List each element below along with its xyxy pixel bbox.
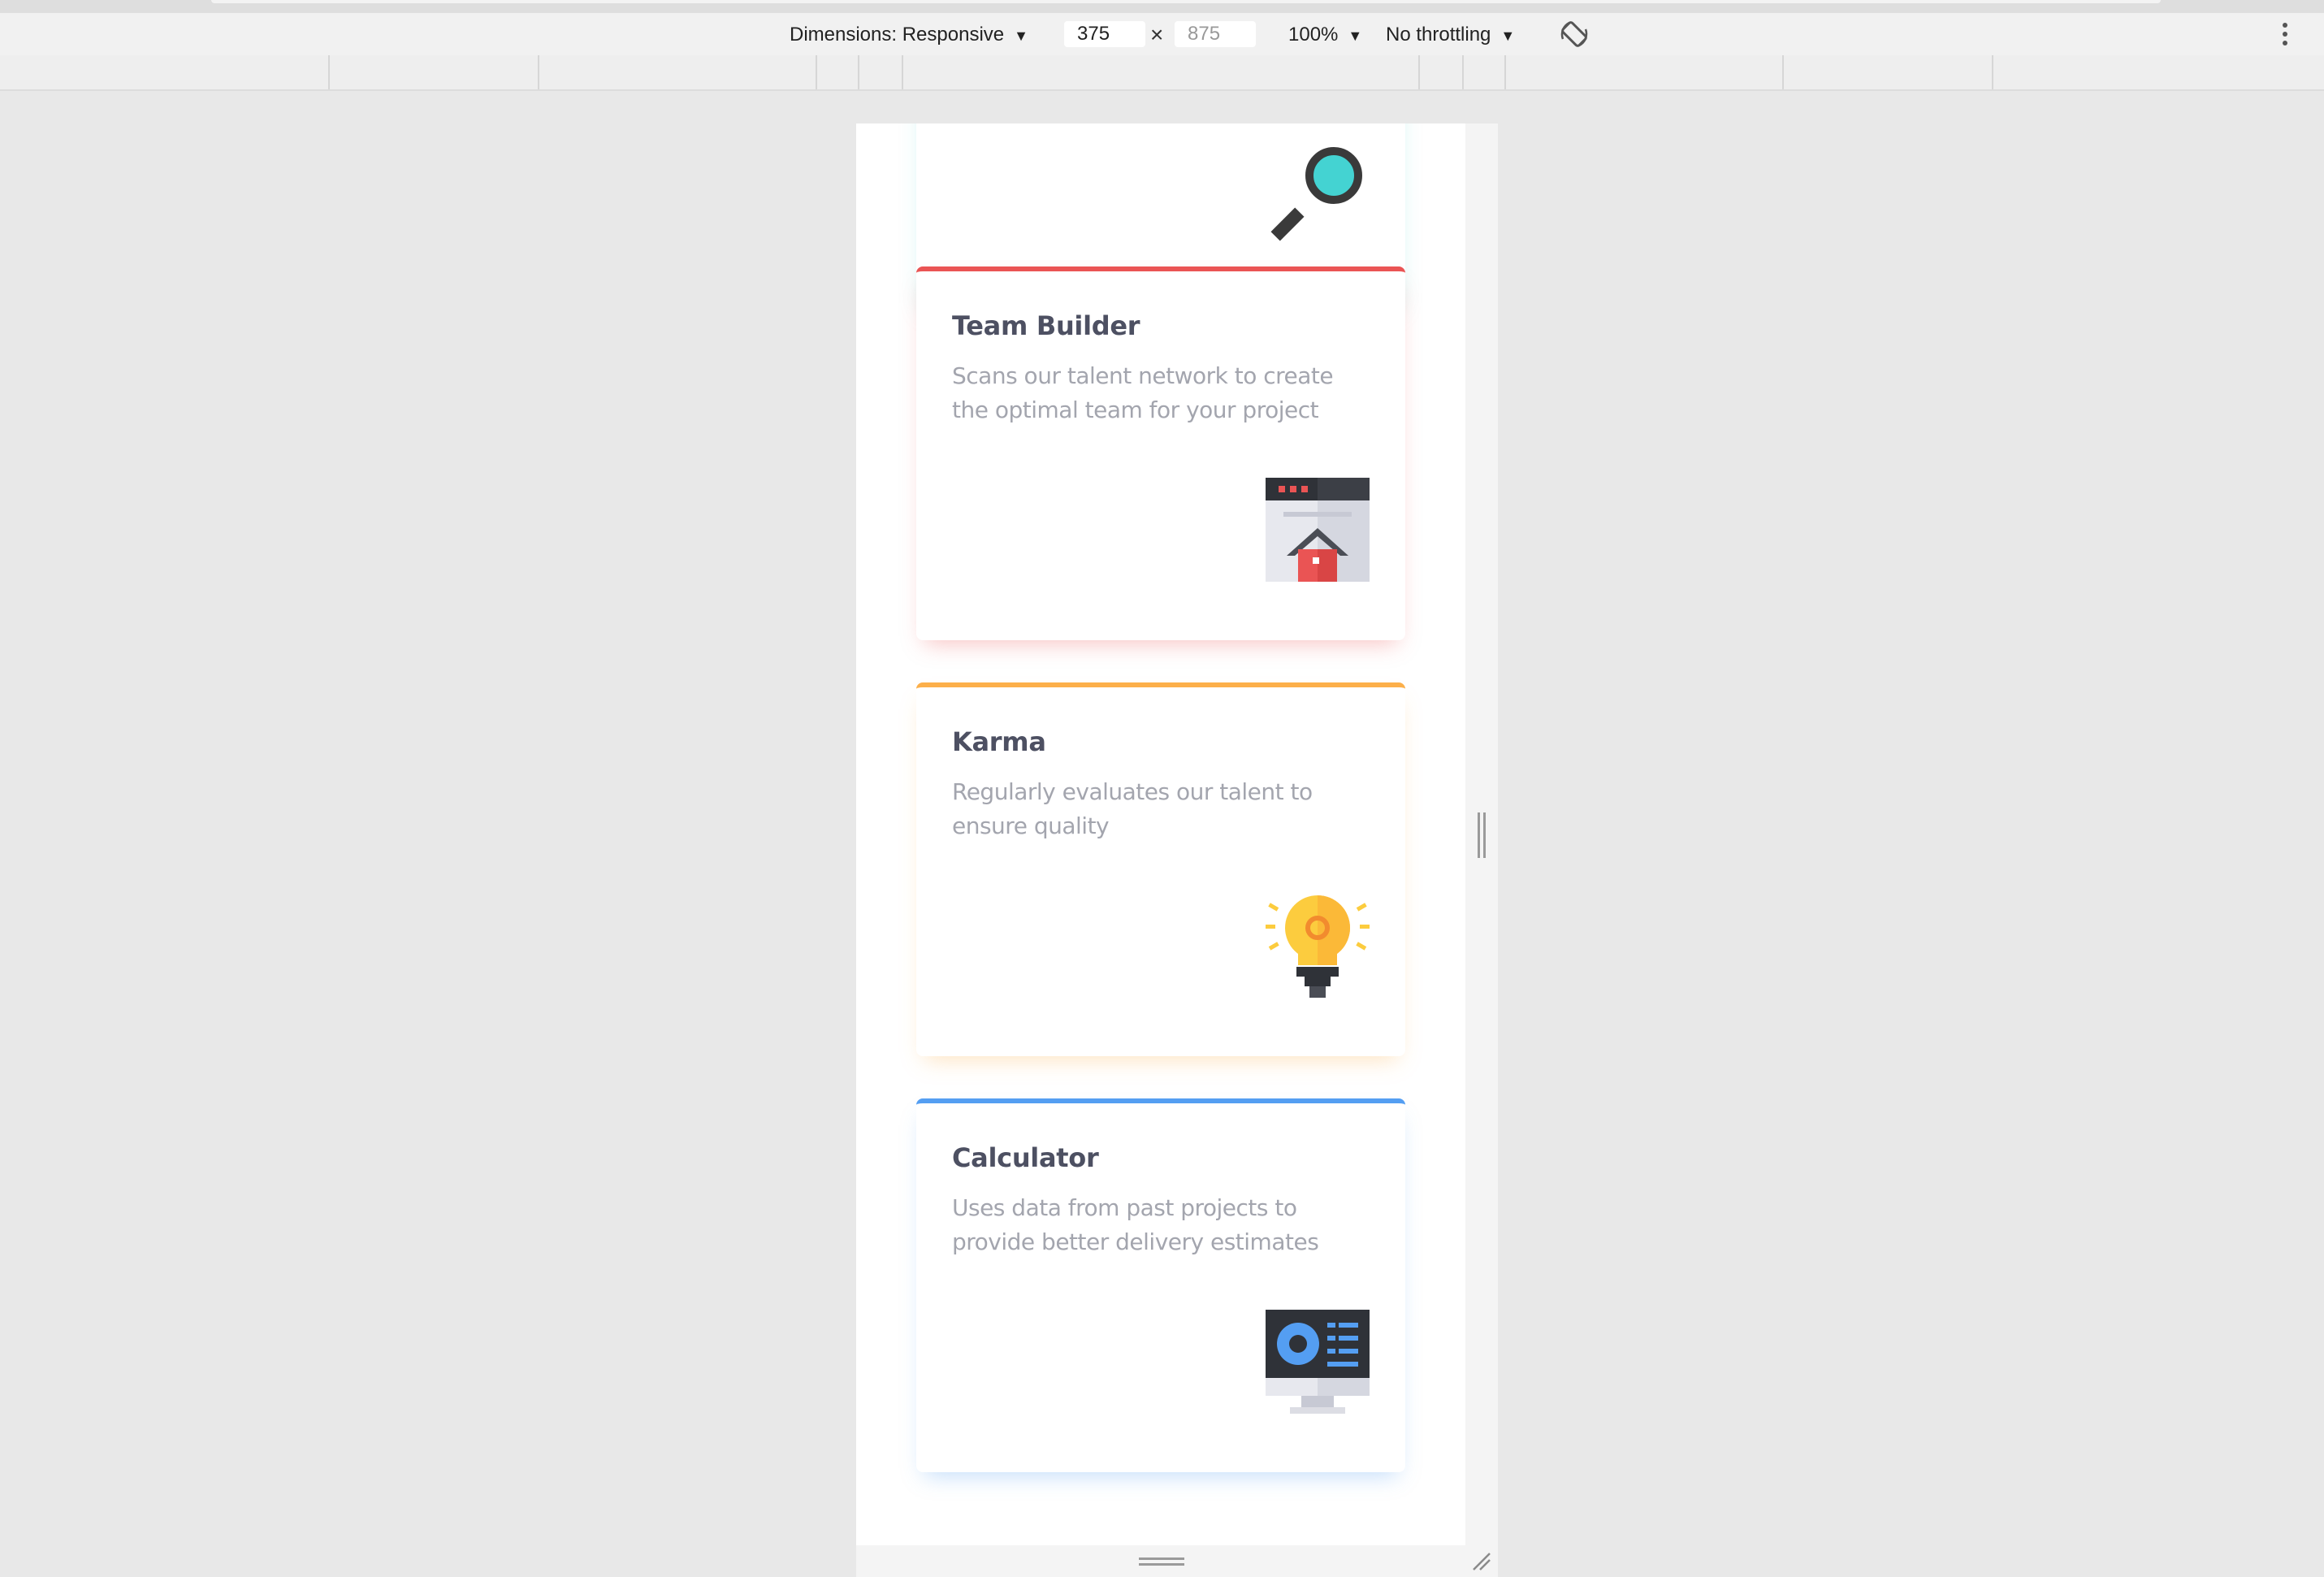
throttling-label: No throttling [1386, 24, 1491, 45]
times-separator: × [1150, 22, 1164, 47]
team-builder-icon [1266, 478, 1370, 582]
ruler-segment[interactable] [1992, 55, 1993, 89]
height-input[interactable]: 875 [1175, 21, 1256, 47]
card-description: Uses data from past projects to provide … [952, 1194, 1319, 1255]
chevron-down-icon: ▼ [1014, 28, 1028, 44]
card-title: Calculator [952, 1142, 1099, 1173]
dimensions-label: Dimensions: Responsive [790, 24, 1005, 45]
ruler-segment[interactable] [328, 55, 330, 89]
ruler-segment[interactable] [1504, 55, 1506, 89]
magnifier-icon [1270, 147, 1362, 241]
resize-corner-icon[interactable] [1469, 1549, 1491, 1571]
ruler-segment[interactable] [902, 55, 903, 89]
card-description: Scans our talent network to create the o… [952, 362, 1334, 423]
zoom-dropdown[interactable]: 100% ▼ [1288, 23, 1362, 47]
media-query-ruler[interactable] [0, 55, 2324, 91]
ruler-segment[interactable] [816, 55, 817, 89]
resize-handle-vertical[interactable] [1477, 812, 1487, 858]
card-title: Team Builder [952, 310, 1140, 341]
feature-card-calculator: Calculator Uses data from past projects … [916, 1098, 1405, 1472]
chevron-down-icon: ▼ [1348, 28, 1363, 44]
feature-card-team-builder: Team Builder Scans our talent network to… [916, 266, 1405, 640]
browser-top-strip-inner [211, 0, 2161, 3]
dimensions-dropdown[interactable]: Dimensions: Responsive ▼ [790, 23, 1028, 47]
device-toolbar: Dimensions: Responsive ▼ 375 × 875 100% ▼ … [0, 13, 2324, 55]
feature-card-karma: Karma Regularly evaluates our talent to … [916, 682, 1405, 1056]
zoom-label: 100% [1288, 24, 1339, 45]
width-input[interactable]: 375 [1064, 21, 1145, 47]
monitor-calculator-icon [1266, 1310, 1370, 1414]
resize-handle-horizontal[interactable] [1139, 1556, 1184, 1567]
more-options-icon[interactable] [2279, 21, 2292, 47]
ruler-segment[interactable] [1418, 55, 1420, 89]
ruler-segment[interactable] [858, 55, 859, 89]
throttling-dropdown[interactable]: No throttling ▼ [1386, 23, 1515, 47]
ruler-segment[interactable] [1462, 55, 1464, 89]
ruler-segment[interactable] [1782, 55, 1784, 89]
ruler-segment[interactable] [538, 55, 539, 89]
device-viewport: Team Builder Scans our talent network to… [856, 123, 1465, 1545]
card-description: Regularly evaluates our talent to ensure… [952, 778, 1313, 839]
browser-top-strip [0, 0, 2324, 13]
rotate-icon[interactable] [1558, 18, 1590, 50]
chevron-down-icon: ▼ [1500, 28, 1516, 44]
card-title: Karma [952, 726, 1046, 757]
lightbulb-icon [1266, 895, 1370, 998]
